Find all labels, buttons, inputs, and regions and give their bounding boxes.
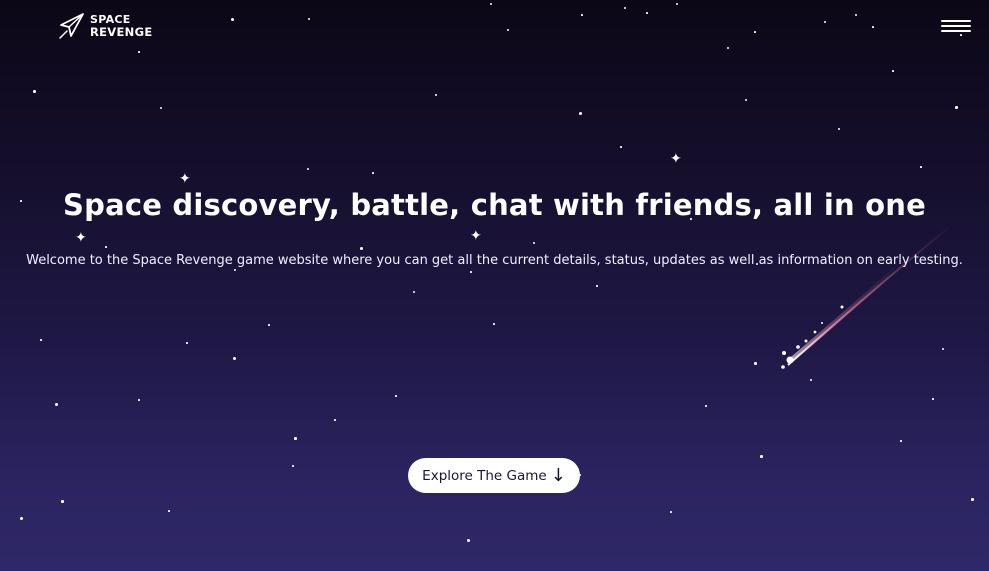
shooting-star-decoration — [781, 224, 953, 369]
star-dot — [507, 29, 509, 31]
star-dot — [892, 70, 894, 72]
star-dot — [105, 246, 107, 248]
star-dot — [186, 342, 188, 344]
menu-bar — [941, 20, 971, 22]
arrow-down-icon: ↓ — [550, 465, 566, 486]
star-dot — [160, 107, 162, 109]
menu-bar — [941, 25, 971, 27]
explore-game-label: Explore The Game — [422, 467, 547, 484]
star-dot — [646, 12, 648, 14]
star-dot — [168, 510, 170, 512]
star-dot — [838, 128, 840, 130]
star-dot — [294, 437, 297, 440]
star-dot — [754, 31, 756, 33]
star-dot — [932, 398, 934, 400]
star-dot — [705, 405, 707, 407]
star-dot — [955, 106, 958, 109]
star-dot — [40, 339, 42, 341]
star-dot — [727, 47, 729, 49]
sparkle-star-icon: ✦ — [470, 228, 482, 244]
sparkle-star-icon: ✦ — [670, 151, 682, 167]
star-dot — [824, 21, 826, 23]
rocket-logo-icon — [59, 13, 84, 39]
star-dot — [61, 500, 64, 503]
star-dot — [307, 168, 309, 170]
star-dot — [360, 247, 363, 250]
star-dot — [760, 455, 763, 458]
star-dot — [268, 324, 270, 326]
star-dot — [971, 498, 974, 501]
sparkle-star-icon: ✦ — [75, 230, 87, 246]
star-dot — [234, 269, 236, 271]
hero-title: Space discovery, battle, chat with frien… — [63, 188, 926, 222]
star-dot — [581, 14, 583, 16]
star-dot — [960, 34, 962, 36]
star-dot — [620, 146, 622, 148]
logo-line-2: REVENGE — [90, 25, 153, 39]
star-dot — [372, 172, 374, 174]
star-dot — [872, 26, 874, 28]
star-dot — [676, 3, 678, 5]
menu-bar — [941, 30, 971, 32]
star-dot — [138, 51, 140, 53]
hero-subtitle: Welcome to the Space Revenge game websit… — [26, 253, 963, 268]
star-dot — [855, 14, 857, 16]
hamburger-menu-icon[interactable] — [941, 19, 971, 33]
star-dot — [596, 285, 598, 287]
star-dot — [490, 3, 492, 5]
star-dot — [233, 357, 236, 360]
star-dot — [493, 323, 495, 325]
star-dot — [435, 94, 437, 96]
star-dot — [900, 440, 902, 442]
star-dot — [55, 403, 58, 406]
star-dot — [413, 291, 415, 293]
star-dot — [745, 99, 747, 101]
star-dot — [33, 90, 36, 93]
star-dot — [624, 7, 626, 9]
star-dot — [395, 395, 397, 397]
star-dot — [138, 399, 140, 401]
star-dot — [533, 242, 535, 244]
logo-wordmark: SPACE REVENGE — [90, 14, 153, 39]
star-dot — [20, 517, 23, 520]
star-dot — [467, 539, 470, 542]
sparkle-star-icon: ✦ — [179, 171, 191, 187]
star-dot — [470, 271, 472, 273]
site-logo[interactable]: SPACE REVENGE — [58, 12, 153, 40]
star-dot — [579, 112, 582, 115]
star-dot — [334, 419, 336, 421]
star-dot — [231, 18, 234, 21]
explore-game-button[interactable]: Explore The Game ↓ — [408, 458, 580, 493]
star-dot — [292, 465, 294, 467]
star-dot — [308, 18, 310, 20]
star-dot — [920, 166, 922, 168]
star-dot — [670, 511, 672, 513]
